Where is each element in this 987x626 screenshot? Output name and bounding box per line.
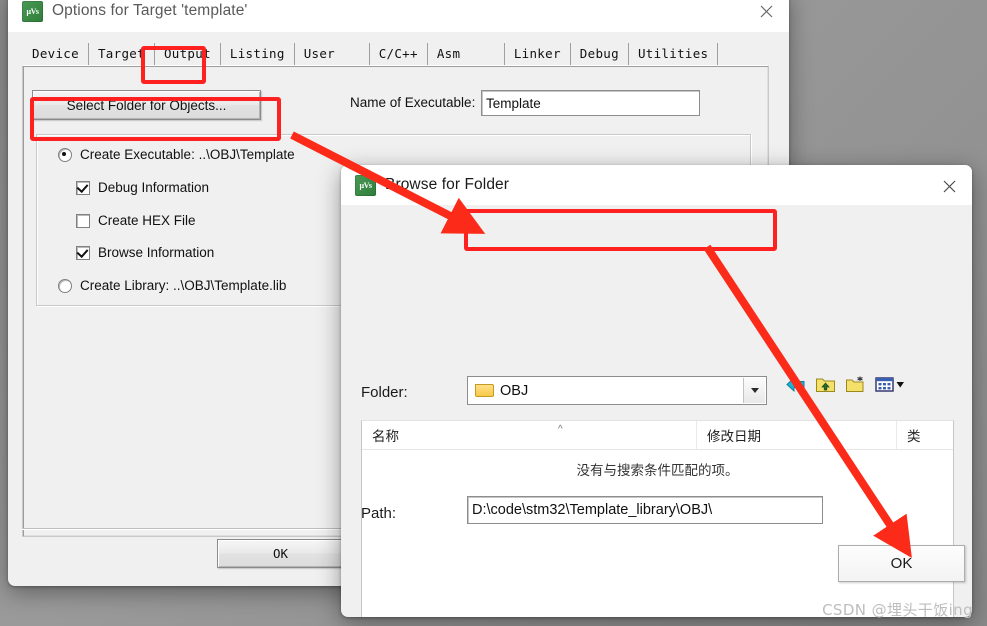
name-of-executable-label: Name of Executable: <box>350 95 476 110</box>
browse-information-label: Browse Information <box>98 245 215 260</box>
new-folder-icon[interactable] <box>845 375 866 394</box>
path-input[interactable]: D:\code\stm32\Template_library\OBJ\ <box>467 496 823 524</box>
sort-ascending-icon: ^ <box>558 424 563 435</box>
browse-for-folder-dialog: Browse for Folder Folder: OBJ <box>341 165 972 617</box>
folder-combobox[interactable]: OBJ <box>467 376 767 405</box>
uvision-icon <box>355 174 376 196</box>
views-icon[interactable] <box>875 375 905 394</box>
tab-listing[interactable]: Listing <box>221 43 295 65</box>
create-executable-radio[interactable]: Create Executable: ..\OBJ\Template <box>58 147 295 162</box>
browse-ok-button[interactable]: OK <box>838 545 965 582</box>
folder-label: Folder: <box>361 384 408 401</box>
debug-information-checkbox[interactable]: Debug Information <box>76 180 209 195</box>
create-hex-file-label: Create HEX File <box>98 213 196 228</box>
up-one-level-icon[interactable] <box>815 375 836 394</box>
tab-utilities[interactable]: Utilities <box>629 43 719 65</box>
empty-list-message: 没有与搜索条件匹配的项。 <box>576 463 739 479</box>
create-hex-file-checkbox[interactable]: Create HEX File <box>76 213 196 228</box>
create-executable-label: Create Executable: ..\OBJ\Template <box>80 147 295 162</box>
name-of-executable-input[interactable]: Template <box>481 90 700 116</box>
back-icon[interactable] <box>785 375 806 394</box>
radio-off-icon <box>58 278 72 293</box>
close-icon[interactable] <box>743 0 789 32</box>
browse-toolbar[interactable] <box>785 375 905 394</box>
folder-list-header: 名称 修改日期 类 ^ <box>362 421 953 450</box>
radio-on-icon <box>58 147 72 162</box>
tab-linker[interactable]: Linker <box>505 43 571 65</box>
checkbox-checked-icon <box>76 245 90 260</box>
browse-information-checkbox[interactable]: Browse Information <box>76 245 214 260</box>
options-dialog-titlebar: Options for Target 'template' <box>8 0 789 32</box>
column-header-date-modified[interactable]: 修改日期 <box>697 421 897 449</box>
create-library-label: Create Library: ..\OBJ\Template.lib <box>80 278 287 293</box>
csdn-watermark: CSDN @埋头干饭ing <box>822 601 973 619</box>
browse-dialog-titlebar: Browse for Folder <box>341 165 972 205</box>
column-header-type[interactable]: 类 <box>897 421 953 449</box>
options-ok-button[interactable]: OK <box>217 539 344 568</box>
tab-target[interactable]: Target <box>89 43 155 65</box>
chevron-down-icon[interactable] <box>743 378 765 403</box>
tab-asm[interactable]: Asm <box>428 43 505 65</box>
options-tabstrip[interactable]: Device Target Output Listing User C/C++ … <box>22 40 719 65</box>
path-label: Path: <box>361 505 397 522</box>
browse-dialog-title: Browse for Folder <box>385 176 510 193</box>
create-library-radio[interactable]: Create Library: ..\OBJ\Template.lib <box>58 278 286 293</box>
select-folder-for-objects-button[interactable]: Select Folder for Objects... <box>32 90 261 120</box>
checkbox-unchecked-icon <box>76 213 90 228</box>
tab-debug[interactable]: Debug <box>571 43 629 65</box>
checkbox-checked-icon <box>76 180 90 195</box>
close-icon[interactable] <box>926 165 972 207</box>
tab-user[interactable]: User <box>295 43 370 65</box>
column-header-name[interactable]: 名称 <box>362 421 697 449</box>
uvision-icon <box>22 0 43 22</box>
options-dialog-title: Options for Target 'template' <box>52 2 248 19</box>
folder-combobox-value: OBJ <box>500 382 529 399</box>
tab-device[interactable]: Device <box>22 43 89 65</box>
folder-icon <box>475 384 494 397</box>
debug-information-label: Debug Information <box>98 180 210 195</box>
tab-c-cpp[interactable]: C/C++ <box>370 43 428 65</box>
tab-output[interactable]: Output <box>154 43 221 65</box>
